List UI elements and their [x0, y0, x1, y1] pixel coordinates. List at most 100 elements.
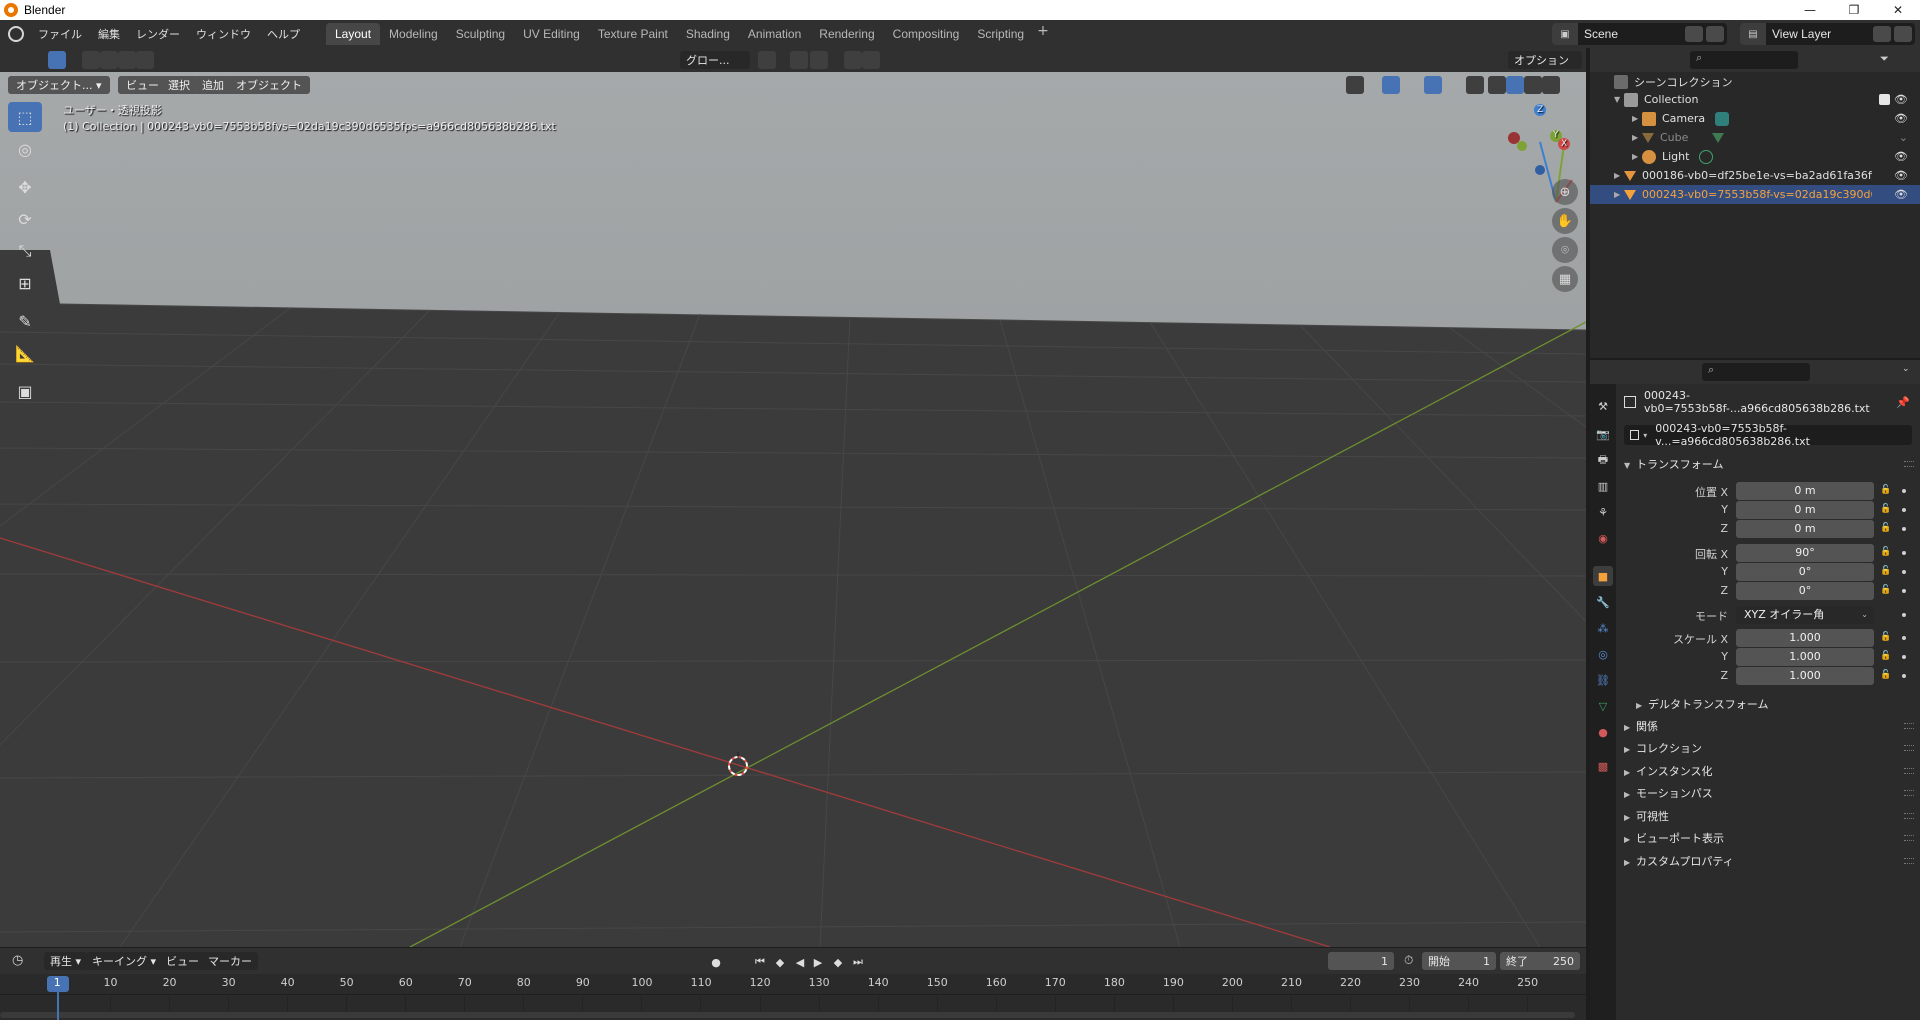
options-dropdown[interactable]: オプション [1508, 51, 1582, 69]
snap-icon[interactable] [790, 51, 808, 69]
tab-shading[interactable]: Shading [677, 23, 739, 45]
texture-props-icon[interactable]: ▩ [1593, 756, 1613, 776]
blender-menu-icon[interactable] [8, 26, 24, 42]
jump-end-icon[interactable]: ⏭ [850, 954, 866, 970]
object-mode-dropdown[interactable]: オブジェクト... ▾ [8, 76, 110, 94]
keyframe-dot[interactable] [1902, 655, 1906, 659]
view-layer-name[interactable]: View Layer [1772, 27, 1873, 41]
eye-icon[interactable]: 👁 [1894, 169, 1908, 182]
instancing-section[interactable]: ▶ インスタンス化 [1624, 763, 1713, 779]
properties-search-input[interactable]: ⌕ [1702, 363, 1810, 381]
shading-wireframe-icon[interactable] [1488, 76, 1506, 94]
expand-icon[interactable]: ▶ [1614, 171, 1624, 180]
add-workspace-icon[interactable]: + [1033, 23, 1053, 45]
filter-icon[interactable]: ⏷ [1880, 52, 1889, 66]
menu-window[interactable]: ウィンドウ [188, 26, 259, 42]
menu-render[interactable]: レンダー [128, 26, 188, 42]
transform-orientation-dropdown[interactable]: グロー... [680, 51, 750, 69]
keyframe-dot[interactable] [1902, 508, 1906, 512]
rotation-y-field[interactable]: 0° [1736, 563, 1874, 581]
select-box-icon[interactable] [48, 51, 66, 69]
outliner-item-object-000243[interactable]: ▶ 000243-vb0=7553b58f-vs=02da19c390d6535… [1590, 185, 1920, 204]
lock-icon[interactable]: 🔓 [1880, 670, 1892, 682]
3d-viewport[interactable]: オブジェクト... ▾ ビュー 選択 追加 オブジェクト ユーザー・透視投影 (… [0, 72, 1586, 947]
menu-object[interactable]: オブジェクト [228, 76, 310, 94]
next-keyframe-icon[interactable]: ◆ [830, 954, 846, 970]
pan-hand-icon[interactable]: ✋ [1552, 208, 1578, 234]
ortho-grid-icon[interactable]: ▦ [1552, 266, 1578, 292]
view-layer-props-icon[interactable]: ▥ [1593, 476, 1613, 496]
particles-props-icon[interactable]: ⁂ [1593, 618, 1613, 638]
location-z-field[interactable]: 0 m [1736, 520, 1874, 538]
expand-icon[interactable]: ▶ [1632, 133, 1642, 142]
measure-tool-icon[interactable]: 📐 [8, 338, 42, 368]
drag-handle-icon[interactable] [1904, 835, 1914, 841]
transform-tool-icon[interactable]: ⊞ [8, 268, 42, 298]
custom-properties-section[interactable]: ▶ カスタムプロパティ [1624, 853, 1734, 869]
outliner-item-cube[interactable]: ▶ Cube ⌄ [1590, 128, 1920, 147]
proportional-edit-icon[interactable] [844, 51, 862, 69]
falloff-icon[interactable] [862, 51, 880, 69]
menu-add[interactable]: 追加 [194, 76, 232, 94]
viewport-display-section[interactable]: ▶ ビューポート表示 [1624, 830, 1724, 846]
scene-selector[interactable]: ▣ Scene [1552, 23, 1727, 45]
expand-icon[interactable]: ▼ [1614, 95, 1624, 104]
pivot-point-icon[interactable] [758, 51, 776, 69]
outliner-item-collection[interactable]: ▼ Collection 👁 [1590, 90, 1920, 109]
eye-icon[interactable]: 👁 [1894, 188, 1908, 201]
scene-props-icon[interactable]: ⚘ [1593, 502, 1613, 522]
physics-props-icon[interactable]: ◎ [1593, 644, 1613, 664]
shading-material-icon[interactable] [1524, 76, 1542, 94]
mesh-data-props-icon[interactable]: ▽ [1593, 696, 1613, 716]
remove-view-layer-icon[interactable] [1894, 26, 1912, 42]
drag-handle-icon[interactable] [1904, 790, 1914, 796]
select-tool-icon[interactable]: ⬚ [8, 102, 42, 132]
expand-icon[interactable]: ▶ [1632, 114, 1642, 123]
drag-handle-icon[interactable] [1904, 745, 1914, 751]
lock-icon[interactable]: 🔓 [1880, 547, 1892, 559]
tab-layout[interactable]: Layout [326, 23, 381, 45]
timeline-view-menu[interactable]: ビュー [160, 952, 205, 970]
rotate-tool-icon[interactable]: ⟳ [8, 204, 42, 234]
tab-animation[interactable]: Animation [739, 23, 810, 45]
drag-handle-icon[interactable] [1904, 461, 1914, 467]
play-icon[interactable]: ▶ [810, 954, 826, 970]
lock-icon[interactable]: 🔓 [1880, 523, 1892, 535]
keying-menu[interactable]: キーイング ▾ [86, 952, 163, 970]
add-cube-tool-icon[interactable]: ▣ [8, 376, 42, 406]
motion-paths-section[interactable]: ▶ モーションパス [1624, 785, 1713, 801]
mode-subtract-icon[interactable] [118, 51, 136, 69]
mode-new-icon[interactable] [82, 51, 100, 69]
pin-icon[interactable]: 📌 [1896, 396, 1910, 409]
expand-icon[interactable]: ▶ [1614, 190, 1624, 199]
camera-view-icon[interactable]: ⌾ [1552, 237, 1578, 263]
close-icon[interactable]: ✕ [1876, 0, 1920, 20]
outliner-scene-collection[interactable]: シーンコレクション [1590, 72, 1920, 91]
outliner-item-camera[interactable]: ▶ Camera 👁 [1590, 109, 1920, 128]
lock-icon[interactable]: 🔓 [1880, 504, 1892, 516]
scene-name[interactable]: Scene [1584, 27, 1685, 41]
outliner-editor-icon[interactable] [1600, 51, 1618, 69]
eye-icon[interactable]: 👁 [1894, 150, 1908, 163]
tool-props-icon[interactable]: ⚒ [1593, 396, 1613, 416]
shading-rendered-icon[interactable] [1542, 76, 1560, 94]
tab-scripting[interactable]: Scripting [968, 23, 1033, 45]
view-layer-selector[interactable]: ▤ View Layer [1740, 23, 1915, 45]
lock-icon[interactable]: 🔓 [1880, 485, 1892, 497]
editor-type-icon[interactable] [10, 51, 28, 69]
zoom-icon[interactable]: ⊕ [1552, 179, 1578, 205]
preview-range-icon[interactable]: ⏱ [1404, 953, 1413, 968]
scale-y-field[interactable]: 1.000 [1736, 648, 1874, 666]
tab-rendering[interactable]: Rendering [810, 23, 883, 45]
object-data-field[interactable]: ▾ 000243-vb0=7553b58f-v...=a966cd805638b… [1624, 422, 1912, 448]
collection-checkbox[interactable] [1879, 94, 1890, 105]
minimize-icon[interactable]: — [1788, 0, 1832, 20]
object-visibility-icon[interactable] [1346, 76, 1364, 94]
output-props-icon[interactable]: 🖶 [1593, 450, 1613, 470]
shading-solid-icon[interactable] [1506, 76, 1524, 94]
location-x-field[interactable]: 0 m [1736, 482, 1874, 500]
keyframe-dot[interactable] [1902, 589, 1906, 593]
drag-handle-icon[interactable] [1904, 813, 1914, 819]
tab-sculpting[interactable]: Sculpting [447, 23, 514, 45]
jump-start-icon[interactable]: ⏮ [752, 954, 768, 970]
